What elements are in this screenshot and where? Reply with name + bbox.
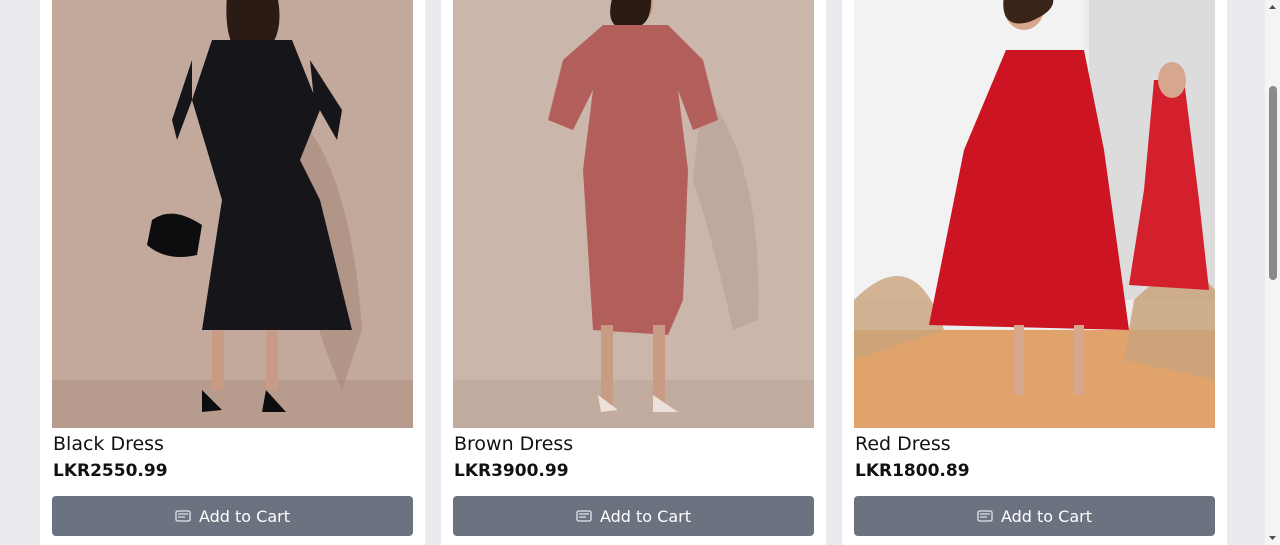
- red-dress-photo: [854, 0, 1215, 428]
- black-dress-photo: [52, 0, 413, 428]
- product-image[interactable]: [52, 0, 413, 428]
- product-price: LKR3900.99: [454, 461, 569, 481]
- add-to-cart-label: Add to Cart: [599, 506, 692, 526]
- cart-icon: [977, 509, 993, 523]
- product-name[interactable]: Brown Dress: [454, 432, 573, 456]
- product-card: Brown Dress LKR3900.99 Add to Cart: [441, 0, 826, 545]
- product-grid: Black Dress LKR2550.99 Add to Cart Brown…: [40, 0, 1227, 545]
- vertical-scrollbar[interactable]: [1265, 0, 1280, 545]
- product-name[interactable]: Black Dress: [53, 432, 164, 456]
- product-name[interactable]: Red Dress: [855, 432, 951, 456]
- product-card: Red Dress LKR1800.89 Add to Cart: [842, 0, 1227, 545]
- product-price: LKR1800.89: [855, 461, 970, 481]
- cart-icon: [576, 509, 592, 523]
- add-to-cart-button[interactable]: Add to Cart: [52, 496, 413, 536]
- add-to-cart-button[interactable]: Add to Cart: [453, 496, 814, 536]
- brown-dress-photo: [453, 0, 814, 428]
- product-image[interactable]: [453, 0, 814, 428]
- product-image[interactable]: [854, 0, 1215, 428]
- add-to-cart-label: Add to Cart: [198, 506, 291, 526]
- scroll-up-arrow-icon[interactable]: [1268, 3, 1277, 12]
- product-card: Black Dress LKR2550.99 Add to Cart: [40, 0, 425, 545]
- scrollbar-thumb[interactable]: [1269, 86, 1277, 280]
- product-price: LKR2550.99: [53, 461, 168, 481]
- add-to-cart-button[interactable]: Add to Cart: [854, 496, 1215, 536]
- add-to-cart-label: Add to Cart: [1000, 506, 1093, 526]
- cart-icon: [175, 509, 191, 523]
- scroll-down-arrow-icon[interactable]: [1268, 533, 1277, 542]
- product-listing-page: Black Dress LKR2550.99 Add to Cart Brown…: [0, 0, 1280, 545]
